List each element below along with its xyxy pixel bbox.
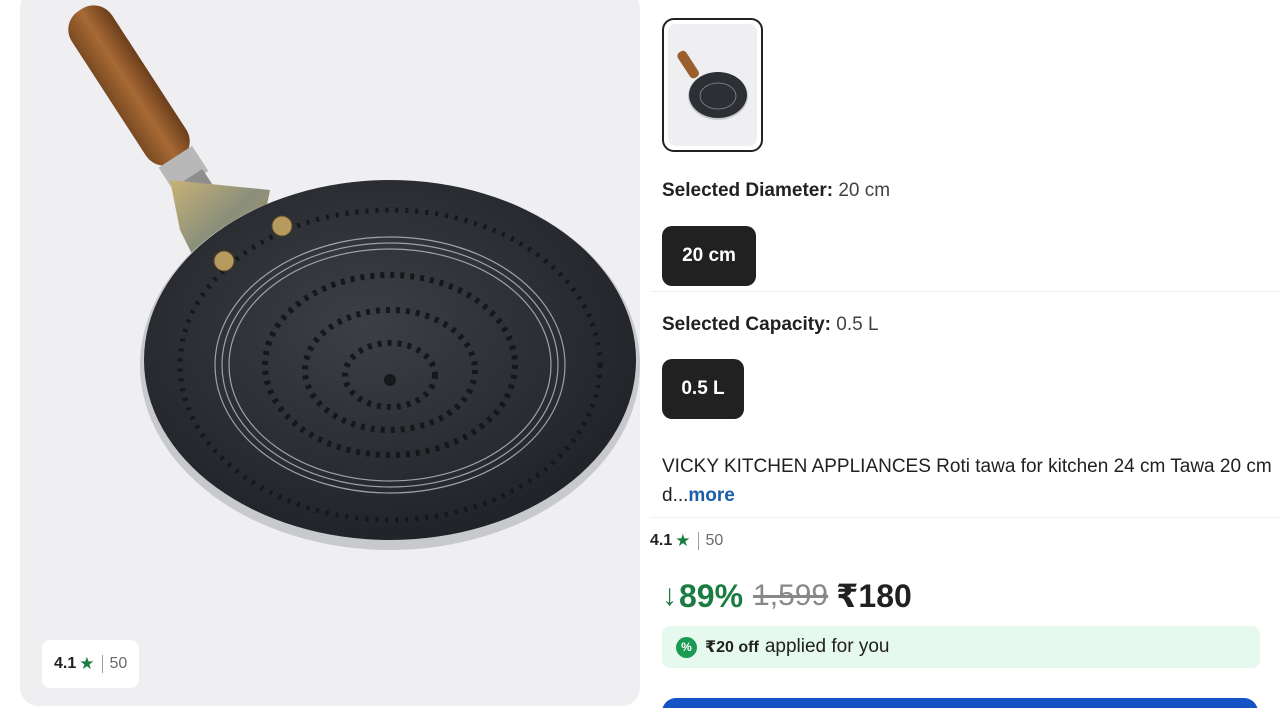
selected-diameter-label: Selected Diameter: 20 cm xyxy=(662,180,890,202)
capacity-value: 0.5 L xyxy=(836,314,879,335)
buy-button[interactable] xyxy=(662,698,1258,708)
section-divider xyxy=(650,517,1280,518)
selling-price: ₹180 xyxy=(836,578,912,614)
discount-value: 89% xyxy=(679,577,744,614)
product-rating[interactable]: 4.1 ★ 50 xyxy=(650,529,723,553)
rating-value: 4.1 xyxy=(650,532,673,549)
diameter-option-20cm[interactable]: 20 cm xyxy=(662,226,756,286)
rating-separator xyxy=(697,532,699,550)
rating-count: 50 xyxy=(109,655,128,672)
tawa-thumbnail-image xyxy=(677,50,748,120)
discount-percent: ↓ 89% xyxy=(662,578,743,615)
diameter-label-text: Selected Diameter: xyxy=(662,180,834,201)
thumbnail-selected[interactable] xyxy=(662,18,763,152)
diameter-value: 20 cm xyxy=(838,180,891,201)
star-icon: ★ xyxy=(675,531,691,550)
down-arrow-icon: ↓ xyxy=(662,579,677,612)
product-details: Selected Diameter: 20 cm 20 cm Selected … xyxy=(650,0,1280,708)
rating-count: 50 xyxy=(705,532,724,549)
more-link[interactable]: more xyxy=(688,485,734,506)
star-icon: ★ xyxy=(79,654,95,673)
offer-text: applied for you xyxy=(764,636,890,657)
thumbnail-image xyxy=(668,24,757,146)
capacity-label-text: Selected Capacity: xyxy=(662,314,831,335)
product-image-panel[interactable]: 4.1 ★ 50 xyxy=(20,0,640,706)
product-title: VICKY KITCHEN APPLIANCES Roti tawa for k… xyxy=(662,452,1272,510)
image-rating-badge: 4.1 ★ 50 xyxy=(42,640,140,688)
discount-badge-icon: % xyxy=(676,636,697,658)
tawa-product-image xyxy=(68,5,640,550)
original-price: 1,599 xyxy=(753,579,829,612)
rating-separator xyxy=(101,655,103,673)
offer-amount: ₹20 off xyxy=(705,639,759,656)
product-title-text: VICKY KITCHEN APPLIANCES Roti tawa for k… xyxy=(662,456,1272,506)
rating-value: 4.1 xyxy=(54,655,77,672)
selected-capacity-label: Selected Capacity: 0.5 L xyxy=(662,314,879,336)
price-row: ↓ 89% 1,599 ₹180 xyxy=(662,574,912,618)
offer-banner[interactable]: % ₹20 off applied for you xyxy=(662,626,1260,668)
capacity-option-0-5l[interactable]: 0.5 L xyxy=(662,359,744,419)
section-divider xyxy=(650,291,1280,292)
